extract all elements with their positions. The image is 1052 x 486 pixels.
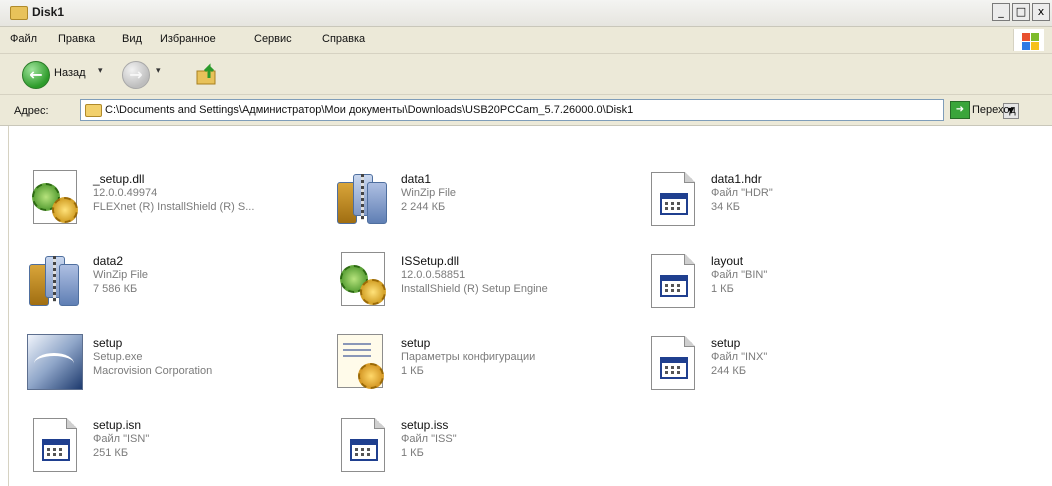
file-detail: Macrovision Corporation (93, 365, 213, 377)
winzip-archive-icon (331, 168, 389, 228)
file-detail: WinZip File (401, 187, 457, 199)
menu-tools[interactable]: Сервис (254, 33, 292, 45)
file-item[interactable]: data2 WinZip File 7 586 КБ (23, 248, 313, 318)
setup-exe-icon (23, 332, 83, 392)
folder-up-icon[interactable] (195, 62, 221, 86)
file-name: data1.hdr (711, 172, 762, 186)
menu-file[interactable]: Файл (10, 33, 37, 45)
back-label[interactable]: Назад (54, 67, 86, 79)
menu-view[interactable]: Вид (122, 33, 142, 45)
title-bar: Disk1 _ □ x (0, 0, 1052, 27)
generic-file-icon (641, 168, 699, 228)
window-title: Disk1 (32, 5, 65, 19)
file-detail: FLEXnet (R) InstallShield (R) S... (93, 201, 255, 213)
close-button[interactable]: x (1032, 3, 1050, 21)
config-settings-icon (331, 332, 389, 392)
file-detail: 1 КБ (401, 365, 424, 377)
file-name: data2 (93, 254, 124, 268)
file-item[interactable]: setup.isn Файл "ISN" 251 КБ (23, 412, 313, 482)
file-item[interactable]: layout Файл "BIN" 1 КБ (641, 248, 931, 318)
menu-favorites[interactable]: Избранное (160, 33, 216, 45)
file-name: setup.isn (93, 418, 142, 432)
file-detail: Файл "INX" (711, 351, 768, 363)
file-name: layout (711, 254, 744, 268)
forward-button[interactable]: → (122, 61, 150, 89)
arrow-left-icon: ← (29, 65, 43, 84)
address-input[interactable]: C:\Documents and Settings\Администратор\… (80, 99, 1019, 121)
arrow-right-icon: → (129, 65, 143, 84)
arrow-right-icon: ➜ (955, 104, 965, 115)
file-view: _setup.dll 12.0.0.49974 FLEXnet (R) Inst… (8, 126, 1052, 486)
file-detail: 251 КБ (93, 447, 129, 459)
file-name: setup.iss (401, 418, 449, 432)
file-detail: 244 КБ (711, 365, 747, 377)
window-controls: _ □ x (992, 3, 1050, 21)
address-label: Адрес: (14, 105, 49, 117)
file-detail: 2 244 КБ (401, 201, 446, 213)
file-name: setup (401, 336, 431, 350)
menu-edit[interactable]: Правка (58, 33, 95, 45)
file-detail: 1 КБ (711, 283, 734, 295)
minimize-button[interactable]: _ (992, 3, 1010, 21)
file-detail: Файл "ISS" (401, 433, 457, 445)
file-name: data1 (401, 172, 432, 186)
folder-icon (10, 6, 28, 20)
back-history-dropdown[interactable]: ▾ (98, 66, 103, 76)
file-item[interactable]: setup.iss Файл "ISS" 1 КБ (331, 412, 621, 482)
generic-file-icon (641, 250, 699, 310)
generic-file-icon (23, 414, 81, 474)
folder-icon (85, 104, 102, 117)
go-label[interactable]: Переход (972, 104, 1016, 116)
back-button[interactable]: ← (22, 61, 50, 89)
file-item[interactable]: _setup.dll 12.0.0.49974 FLEXnet (R) Inst… (23, 166, 313, 236)
generic-file-icon (641, 332, 699, 392)
file-detail: 7 586 КБ (93, 283, 138, 295)
windows-logo-icon (1013, 29, 1044, 51)
file-item[interactable]: setup Параметры конфигурации 1 КБ (331, 330, 621, 400)
address-path[interactable]: C:\Documents and Settings\Администратор\… (105, 104, 633, 116)
file-detail: Setup.exe (93, 351, 143, 363)
file-detail: Файл "HDR" (711, 187, 773, 199)
toolbar: ← Назад ▾ → ▾ (0, 54, 1052, 95)
menu-bar: Файл Правка Вид Избранное Сервис Справка (0, 27, 1052, 54)
file-detail: 12.0.0.49974 (93, 187, 158, 199)
menu-help[interactable]: Справка (322, 33, 365, 45)
winzip-archive-icon (23, 250, 81, 310)
file-item[interactable]: ISSetup.dll 12.0.0.58851 InstallShield (… (331, 248, 621, 318)
file-detail: WinZip File (93, 269, 149, 281)
dll-gears-icon (331, 250, 389, 310)
file-detail: InstallShield (R) Setup Engine (401, 283, 548, 295)
generic-file-icon (331, 414, 389, 474)
go-button[interactable]: ➜ (950, 101, 970, 119)
forward-history-dropdown[interactable]: ▾ (156, 66, 161, 76)
file-item[interactable]: setup Setup.exe Macrovision Corporation (23, 330, 313, 400)
dll-gears-icon (23, 168, 81, 228)
file-detail: Файл "BIN" (711, 269, 768, 281)
file-detail: 34 КБ (711, 201, 740, 213)
address-bar: Адрес: C:\Documents and Settings\Админис… (0, 95, 1052, 126)
file-detail: 1 КБ (401, 447, 424, 459)
file-name: setup (711, 336, 741, 350)
file-name: _setup.dll (93, 172, 145, 186)
maximize-button[interactable]: □ (1012, 3, 1030, 21)
file-detail: Файл "ISN" (93, 433, 150, 445)
file-item[interactable]: data1 WinZip File 2 244 КБ (331, 166, 621, 236)
file-name: setup (93, 336, 123, 350)
file-detail: 12.0.0.58851 (401, 269, 466, 281)
file-name: ISSetup.dll (401, 254, 460, 268)
file-item[interactable]: data1.hdr Файл "HDR" 34 КБ (641, 166, 931, 236)
file-item[interactable]: setup Файл "INX" 244 КБ (641, 330, 931, 400)
file-detail: Параметры конфигурации (401, 351, 536, 363)
